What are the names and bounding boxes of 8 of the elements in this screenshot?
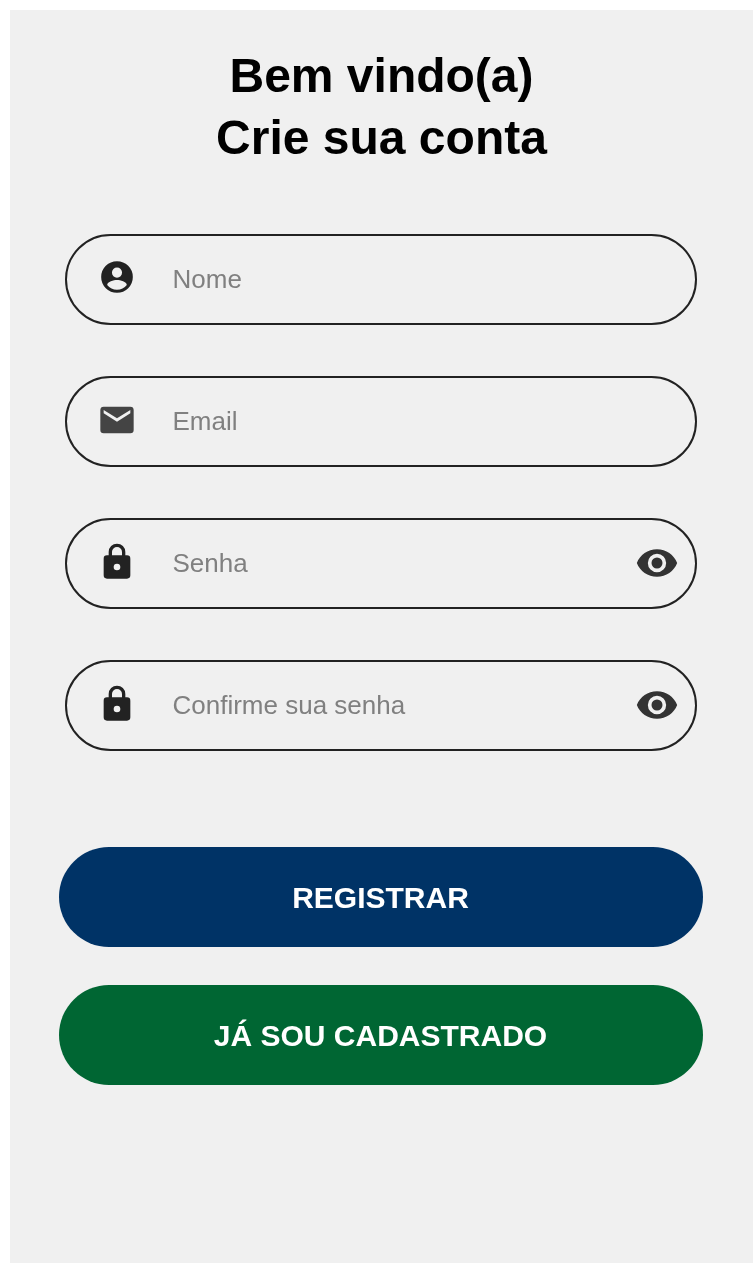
input-field[interactable]: Nome <box>64 234 697 325</box>
input-field[interactable]: Confirme sua senha <box>64 660 697 751</box>
action-button[interactable]: JÁ SOU CADASTRADO <box>58 985 703 1085</box>
action-button[interactable]: REGISTRAR <box>58 847 703 947</box>
heading: Crie sua conta <box>216 110 547 166</box>
heading: Bem vindo(a) <box>229 48 534 104</box>
input-field[interactable]: Senha <box>64 518 697 609</box>
input-field[interactable]: Email <box>64 376 697 467</box>
